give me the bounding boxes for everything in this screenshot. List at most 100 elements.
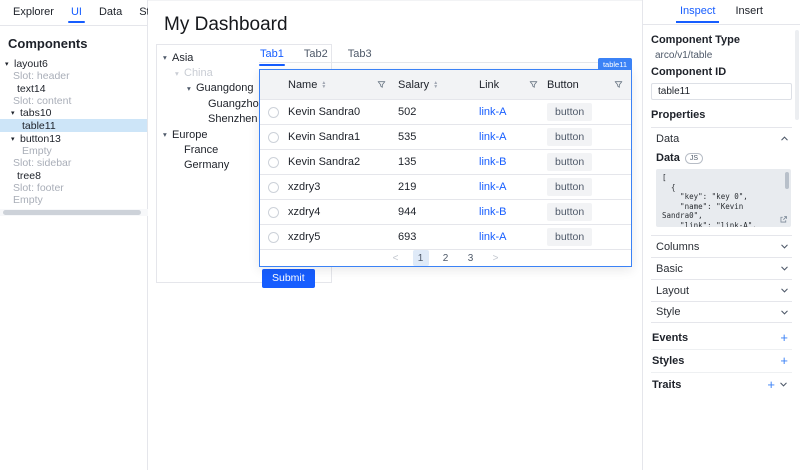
sidebar-tab-ui[interactable]: UI bbox=[71, 1, 82, 25]
row-radio-button[interactable] bbox=[268, 157, 279, 168]
cell-salary: 535 bbox=[392, 125, 472, 149]
row-radio-cell bbox=[260, 200, 286, 224]
section-header-columns[interactable]: Columns bbox=[651, 235, 792, 257]
canvas-tab-tab3[interactable]: Tab3 bbox=[347, 46, 373, 66]
component-tree-item-slot-footer[interactable]: Slot: footer bbox=[0, 182, 147, 194]
component-tree-item-slot-sidebar[interactable]: Slot: sidebar bbox=[0, 157, 147, 169]
component-tree-item-tabs10[interactable]: ▾tabs10 bbox=[0, 107, 147, 119]
row-link[interactable]: link-A bbox=[479, 106, 507, 118]
row-button[interactable]: button bbox=[547, 128, 592, 146]
component-tree-item-empty[interactable]: Empty bbox=[0, 194, 147, 206]
row-button[interactable]: button bbox=[547, 103, 592, 121]
add-icon[interactable]: + bbox=[780, 332, 788, 344]
caret-down-icon[interactable]: ▾ bbox=[5, 60, 14, 68]
pagination-page-2[interactable]: 2 bbox=[438, 250, 454, 266]
component-type-label: Component Type bbox=[651, 34, 792, 46]
pagination-page-1[interactable]: 1 bbox=[413, 250, 429, 266]
inspector-scrollbar[interactable] bbox=[795, 30, 799, 120]
sidebar-tab-explorer[interactable]: Explorer bbox=[13, 1, 54, 25]
data-code-editor[interactable]: [ { "key": "key 0", "name": "Kevin Sandr… bbox=[656, 169, 791, 227]
sidebar-tab-data[interactable]: Data bbox=[99, 1, 122, 25]
tree-item-label: text14 bbox=[17, 83, 46, 95]
cell-button: button bbox=[544, 225, 631, 249]
filter-icon[interactable] bbox=[529, 80, 538, 89]
properties-heading: Properties bbox=[651, 109, 792, 121]
component-tree-item-tree8[interactable]: tree8 bbox=[0, 169, 147, 181]
row-radio-button[interactable] bbox=[268, 107, 279, 118]
table-row: Kevin Sandra0502link-Abutton bbox=[260, 99, 631, 124]
component-tree-item-slot-content[interactable]: Slot: content bbox=[0, 95, 147, 107]
row-link[interactable]: link-B bbox=[479, 206, 507, 218]
component-tree-item-table11[interactable]: table11 bbox=[0, 119, 147, 132]
caret-down-icon[interactable]: ▾ bbox=[175, 69, 184, 78]
row-button[interactable]: button bbox=[547, 178, 592, 196]
row-radio-button[interactable] bbox=[268, 207, 279, 218]
table-component[interactable]: Name▲▼Salary▲▼LinkButton Kevin Sandra050… bbox=[259, 69, 632, 267]
chevron-down-icon[interactable] bbox=[779, 380, 788, 389]
pagination-prev-icon[interactable]: < bbox=[388, 250, 404, 266]
app-root: ExplorerUIDataState Components ▾layout6S… bbox=[0, 0, 800, 470]
cell-name: Kevin Sandra0 bbox=[286, 100, 392, 124]
filter-icon[interactable] bbox=[377, 80, 386, 89]
inspector-tab-insert[interactable]: Insert bbox=[735, 1, 763, 24]
pagination-next-icon[interactable]: > bbox=[488, 250, 504, 266]
component-tree-item-empty[interactable]: Empty bbox=[0, 145, 147, 157]
row-radio-cell bbox=[260, 175, 286, 199]
component-tree-item-text14[interactable]: text14 bbox=[0, 83, 147, 95]
submit-button[interactable]: Submit bbox=[262, 269, 315, 288]
sort-icon[interactable]: ▲▼ bbox=[433, 81, 438, 89]
pagination-page-3[interactable]: 3 bbox=[463, 250, 479, 266]
row-link[interactable]: link-B bbox=[479, 156, 507, 168]
tree-item-label: table11 bbox=[22, 120, 56, 132]
section-header-layout[interactable]: Layout bbox=[651, 279, 792, 301]
row-radio-button[interactable] bbox=[268, 232, 279, 243]
table-row: xzdry5693link-Abutton bbox=[260, 224, 631, 249]
row-radio-button[interactable] bbox=[268, 182, 279, 193]
table-row: xzdry4944link-Bbutton bbox=[260, 199, 631, 224]
filter-icon[interactable] bbox=[614, 80, 623, 89]
caret-down-icon[interactable]: ▾ bbox=[163, 53, 172, 62]
canvas-tab-tab1[interactable]: Tab1 bbox=[259, 46, 285, 66]
page-title: My Dashboard bbox=[164, 14, 288, 36]
caret-down-icon[interactable]: ▾ bbox=[163, 130, 172, 139]
caret-down-icon[interactable]: ▾ bbox=[11, 135, 20, 143]
caret-down-icon[interactable]: ▾ bbox=[187, 84, 196, 93]
table-row: Kevin Sandra2135link-Bbutton bbox=[260, 149, 631, 174]
row-radio-cell bbox=[260, 125, 286, 149]
section-label: Columns bbox=[656, 241, 699, 253]
component-tree-item-layout6[interactable]: ▾layout6 bbox=[0, 58, 147, 70]
component-id-input[interactable] bbox=[651, 83, 792, 100]
panel-section-label: Styles bbox=[652, 355, 684, 367]
column-header-link: Link bbox=[472, 70, 544, 99]
row-radio-button[interactable] bbox=[268, 132, 279, 143]
component-type-value: arco/v1/table bbox=[655, 50, 792, 61]
component-tree-item-button13[interactable]: ▾button13 bbox=[0, 132, 147, 144]
sidebar-horizontal-scrollbar[interactable] bbox=[0, 209, 148, 216]
data-field-label-row: DataJS bbox=[656, 152, 791, 164]
section-header-basic[interactable]: Basic bbox=[651, 257, 792, 279]
row-button[interactable]: button bbox=[547, 228, 592, 246]
caret-down-icon[interactable]: ▾ bbox=[11, 109, 20, 117]
add-icon[interactable]: + bbox=[767, 379, 775, 391]
row-link[interactable]: link-A bbox=[479, 131, 507, 143]
row-link[interactable]: link-A bbox=[479, 181, 507, 193]
row-button[interactable]: button bbox=[547, 153, 592, 171]
row-button[interactable]: button bbox=[547, 203, 592, 221]
cell-name: xzdry5 bbox=[286, 225, 392, 249]
inspector-tab-inspect[interactable]: Inspect bbox=[680, 1, 715, 24]
expand-editor-icon[interactable] bbox=[779, 215, 788, 224]
canvas-tab-tab2[interactable]: Tab2 bbox=[303, 46, 329, 66]
section-header-data[interactable]: Data bbox=[651, 127, 792, 149]
component-id-label: Component ID bbox=[651, 66, 792, 78]
chevron-down-icon bbox=[780, 242, 789, 251]
component-tree-item-slot-header[interactable]: Slot: header bbox=[0, 70, 147, 82]
add-icon[interactable]: + bbox=[780, 355, 788, 367]
column-label: Name bbox=[288, 79, 317, 91]
js-mode-badge[interactable]: JS bbox=[685, 153, 703, 164]
scrollbar-thumb[interactable] bbox=[3, 210, 141, 215]
editor-canvas: My Dashboard ▾Asia▾China▾Guangdong▾Guang… bbox=[148, 0, 642, 470]
row-link[interactable]: link-A bbox=[479, 231, 507, 243]
section-header-style[interactable]: Style bbox=[651, 301, 792, 323]
sort-icon[interactable]: ▲▼ bbox=[321, 81, 326, 89]
code-scrollbar-thumb[interactable] bbox=[785, 172, 789, 189]
